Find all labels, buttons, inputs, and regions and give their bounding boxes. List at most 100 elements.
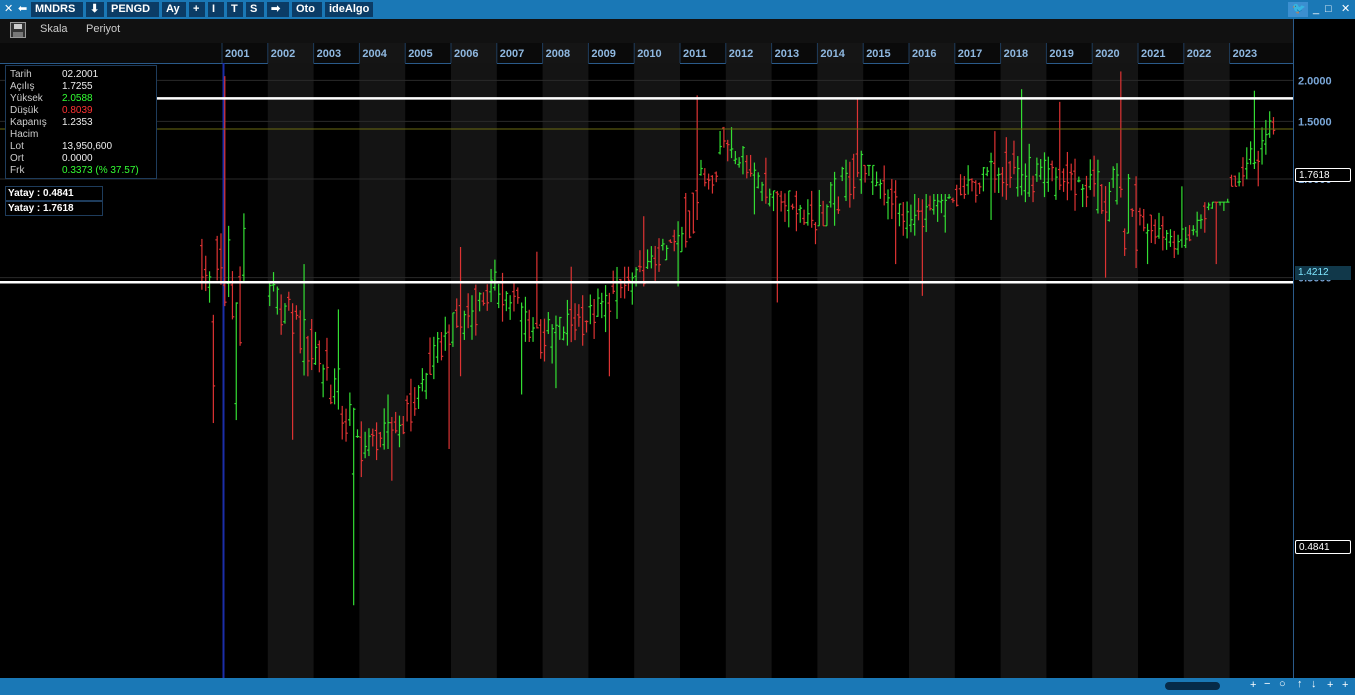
download-arrow-icon[interactable]: ⬇ bbox=[86, 2, 104, 17]
ohlc-bar bbox=[443, 316, 448, 351]
ohlc-bar bbox=[512, 282, 516, 312]
ohlc-bar bbox=[531, 317, 535, 342]
info-row-date: Tarih 02.2001 bbox=[10, 69, 99, 80]
chart-plot-area[interactable] bbox=[0, 63, 1293, 678]
ohlc-bar bbox=[321, 364, 325, 398]
ohlc-bar bbox=[1172, 230, 1177, 259]
ohlc-bar bbox=[439, 332, 444, 361]
hline-upper-tag: 1.7618 bbox=[1295, 168, 1351, 182]
ohlc-bar bbox=[863, 164, 867, 183]
year-label-2013: 2013 bbox=[775, 48, 799, 60]
tool-s-button[interactable]: S bbox=[246, 2, 264, 17]
ohlc-bar bbox=[771, 190, 776, 212]
scroll-down-icon[interactable]: ↓ bbox=[1311, 678, 1317, 690]
close-window-button[interactable]: ✕ bbox=[1341, 2, 1350, 17]
tool-text-button[interactable]: T bbox=[227, 2, 243, 17]
year-label-2017: 2017 bbox=[958, 48, 982, 60]
ohlc-info-panel: Tarih 02.2001 Açılış 1.7255 Yüksek 2.0588 D… bbox=[5, 65, 157, 179]
ohlc-bar bbox=[958, 174, 963, 196]
close-chart-icon[interactable]: ✕ bbox=[4, 2, 13, 17]
zoom-out-icon[interactable]: − bbox=[1264, 678, 1270, 690]
year-band-2018 bbox=[1000, 63, 1047, 678]
ohlc-bar bbox=[687, 210, 692, 239]
ohlc-bar bbox=[1057, 101, 1062, 190]
ohlc-bar bbox=[1054, 167, 1058, 200]
price-axis-svg: 2.00001.50001.00000.5000 bbox=[1298, 75, 1332, 284]
expand-icon[interactable]: + bbox=[1327, 679, 1333, 691]
ohlc-bar bbox=[527, 309, 532, 342]
tool-plus-button[interactable]: + bbox=[189, 2, 205, 17]
info-row-close: Kapanış 1.2353 bbox=[10, 117, 93, 128]
back-arrow-icon[interactable]: ⬅ bbox=[18, 2, 27, 17]
scale-menu[interactable]: Skala bbox=[40, 23, 68, 35]
ohlc-bar bbox=[603, 285, 608, 333]
year-label-2012: 2012 bbox=[729, 48, 753, 60]
period-menu[interactable]: Periyot bbox=[86, 23, 120, 35]
ohlc-bar bbox=[435, 331, 440, 363]
ohlc-bar bbox=[870, 164, 875, 195]
price-chart[interactable] bbox=[0, 63, 1293, 678]
symbol-button[interactable]: MNDRS bbox=[31, 2, 83, 17]
collapse-icon[interactable]: + bbox=[1342, 679, 1348, 691]
year-label-2016: 2016 bbox=[912, 48, 936, 60]
hline-lower-label[interactable]: Yatay : 0.4841 bbox=[5, 186, 103, 201]
auto-button[interactable]: Oto bbox=[292, 2, 322, 17]
hline-lower-tag: 0.4841 bbox=[1295, 540, 1351, 554]
ohlc-bar bbox=[1069, 163, 1074, 191]
ohlc-bar bbox=[234, 302, 239, 421]
year-band-2004 bbox=[359, 63, 406, 678]
ohlc-bar bbox=[1061, 168, 1066, 192]
ticker-button[interactable]: PENGD bbox=[107, 2, 159, 17]
maximize-button[interactable]: □ bbox=[1325, 2, 1332, 17]
year-label-2009: 2009 bbox=[591, 48, 615, 60]
idealgo-button[interactable]: ideAlgo bbox=[325, 2, 373, 17]
year-label-2003: 2003 bbox=[317, 48, 341, 60]
ohlc-bar bbox=[325, 337, 329, 381]
tool-line-button[interactable]: I bbox=[208, 2, 224, 17]
last-price-tag: 1.4212 bbox=[1295, 266, 1351, 280]
ohlc-bar bbox=[882, 165, 886, 206]
ohlc-bar bbox=[344, 408, 348, 442]
ohlc-bar bbox=[897, 203, 902, 227]
scroll-up-icon[interactable]: ↑ bbox=[1297, 678, 1303, 690]
ohlc-bar bbox=[1080, 184, 1085, 208]
reset-zoom-icon[interactable]: ○ bbox=[1279, 678, 1286, 690]
ohlc-bar bbox=[340, 405, 345, 440]
chart-toolbar: Skala Periyot bbox=[0, 19, 1355, 43]
ohlc-bar bbox=[890, 179, 894, 220]
hline-upper-label[interactable]: Yatay : 1.7618 bbox=[5, 201, 103, 216]
ohlc-bar bbox=[409, 378, 413, 432]
ohlc-bar bbox=[985, 166, 990, 177]
year-label-2004: 2004 bbox=[362, 48, 387, 60]
year-label-2005: 2005 bbox=[408, 48, 432, 60]
ohlc-bar bbox=[219, 233, 223, 285]
horizontal-scrollbar-thumb[interactable] bbox=[1165, 682, 1220, 690]
ohlc-bar bbox=[1149, 214, 1154, 243]
ohlc-bar bbox=[1267, 111, 1272, 138]
ohlc-bar bbox=[626, 266, 631, 291]
period-button[interactable]: Ay bbox=[162, 2, 186, 17]
ohlc-bar bbox=[215, 235, 219, 281]
ohlc-bar bbox=[718, 130, 722, 155]
twitter-bird-icon[interactable]: 🐦 bbox=[1288, 2, 1308, 17]
ohlc-bar bbox=[1138, 207, 1142, 226]
ohlc-bar bbox=[203, 255, 208, 292]
save-disk-icon[interactable] bbox=[10, 22, 26, 38]
ohlc-bar bbox=[966, 165, 970, 195]
ohlc-bar bbox=[504, 291, 509, 312]
ohlc-bar bbox=[706, 173, 711, 190]
zoom-in-icon[interactable]: + bbox=[1250, 679, 1256, 691]
minimize-button[interactable]: _ bbox=[1313, 2, 1319, 17]
year-label-2021: 2021 bbox=[1141, 48, 1165, 60]
ohlc-bar bbox=[432, 336, 436, 380]
ohlc-bar bbox=[809, 190, 814, 228]
ohlc-bar bbox=[786, 190, 791, 228]
ohlc-bar bbox=[336, 309, 341, 410]
ohlc-bar bbox=[1256, 150, 1261, 187]
info-row-low: Düşük 0.8039 bbox=[10, 105, 93, 116]
ohlc-bar bbox=[1252, 90, 1257, 170]
forward-arrow-icon[interactable]: ➡ bbox=[267, 2, 289, 17]
year-label-2022: 2022 bbox=[1187, 48, 1211, 60]
year-label-2011: 2011 bbox=[683, 48, 707, 60]
ohlc-bar bbox=[1229, 174, 1234, 187]
